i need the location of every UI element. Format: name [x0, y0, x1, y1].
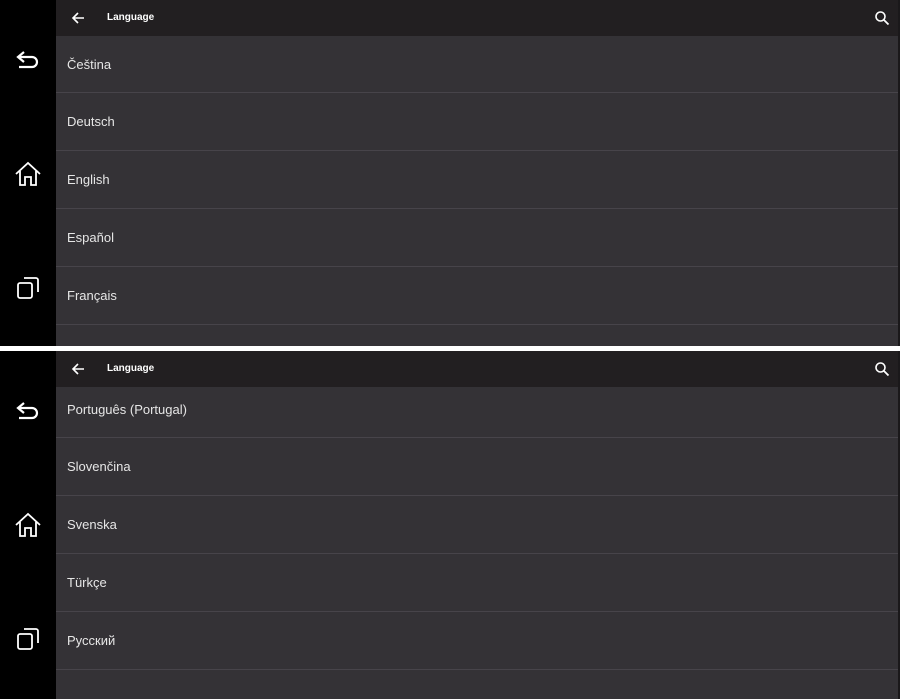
language-label: Slovenčina [67, 459, 131, 474]
language-label: Deutsch [67, 114, 115, 129]
header-search-button[interactable] [870, 357, 894, 381]
search-icon [875, 362, 890, 377]
language-item[interactable]: Español [56, 209, 898, 267]
header-back-button[interactable] [66, 357, 90, 381]
nav-recents-button[interactable] [0, 264, 56, 312]
recents-icon [17, 277, 39, 299]
home-icon [15, 512, 41, 537]
language-item[interactable]: Čeština [56, 36, 898, 93]
system-nav-bar [0, 0, 56, 346]
header-search-button[interactable] [870, 6, 894, 30]
language-label: Español [67, 230, 114, 245]
language-list: Português (Portugal) Slovenčina Svenska … [56, 381, 898, 670]
nav-home-button[interactable] [0, 150, 56, 198]
undo-arrow-icon [16, 402, 39, 420]
language-item[interactable]: Русский [56, 612, 898, 670]
language-item[interactable]: Slovenčina [56, 438, 898, 496]
language-label: Čeština [67, 56, 112, 72]
app-header: Language [56, 0, 900, 36]
language-label: Français [67, 288, 117, 303]
language-item[interactable]: Svenska [56, 496, 898, 554]
language-label: Türkçe [67, 575, 107, 590]
nav-recents-button[interactable] [0, 615, 56, 663]
page-title: Language [107, 363, 155, 374]
language-screen-2: Language Português (Portugal) Slovenčina… [0, 351, 900, 699]
home-icon [15, 161, 41, 186]
undo-arrow-icon [16, 51, 39, 69]
language-item[interactable]: Türkçe [56, 554, 898, 612]
search-icon [875, 11, 890, 26]
language-screen-1: Language Čeština Deutsch English Español… [0, 0, 900, 346]
recents-icon [17, 628, 39, 650]
arrow-left-icon [71, 12, 84, 24]
header-back-button[interactable] [66, 6, 90, 30]
language-label: Português (Portugal) [67, 401, 187, 417]
system-nav-bar [0, 351, 56, 699]
arrow-left-icon [71, 363, 84, 375]
language-label: English [67, 172, 110, 187]
nav-back-button[interactable] [0, 36, 56, 84]
language-item[interactable]: Português (Portugal) [56, 381, 898, 438]
language-label: Svenska [67, 517, 117, 532]
page-title: Language [107, 12, 155, 23]
nav-home-button[interactable] [0, 501, 56, 549]
nav-back-button[interactable] [0, 387, 56, 435]
language-item[interactable]: Deutsch [56, 93, 898, 151]
language-item[interactable]: Français [56, 267, 898, 325]
language-item[interactable]: English [56, 151, 898, 209]
language-list: Čeština Deutsch English Español Français [56, 36, 898, 325]
language-label: Русский [67, 633, 116, 648]
